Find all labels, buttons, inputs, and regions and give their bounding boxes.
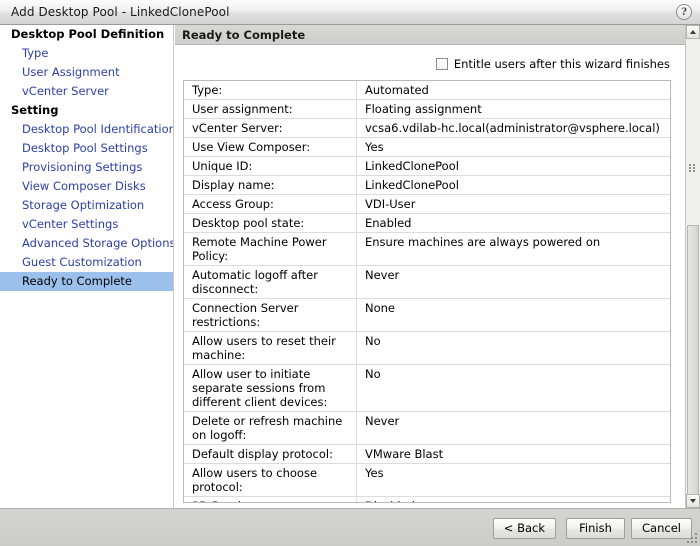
table-row: Automatic logoff after disconnect: Never	[184, 265, 670, 299]
table-row: 3D Renderer:Disabled	[184, 496, 670, 502]
sidebar-item-storage-optimization[interactable]: Storage Optimization	[0, 196, 173, 215]
sidebar-group-desktop-pool-definition: Desktop Pool Definition	[11, 27, 165, 41]
sidebar-item-user-assignment[interactable]: User Assignment	[0, 63, 173, 82]
summary-value-cell: LinkedClonePool	[356, 156, 670, 176]
summary-table-body: Type: Automated User assignment: Floating a…	[184, 81, 670, 502]
sidebar-item-ready-to-complete[interactable]: Ready to Complete	[0, 272, 173, 291]
summary-value-cell: None	[356, 298, 670, 332]
summary-key-cell: Allow users to reset their machine:	[184, 331, 357, 365]
summary-key-cell: vCenter Server:	[184, 118, 357, 138]
wizard-sidebar: Desktop Pool Definition Type User Assign…	[0, 25, 174, 508]
summary-key-cell: Connection Server restrictions:	[184, 298, 357, 332]
summary-table: Type: Automated User assignment: Floating a…	[184, 81, 670, 502]
sidebar-item-advanced-storage-options[interactable]: Advanced Storage Options	[0, 234, 173, 253]
finish-button[interactable]: Finish	[566, 518, 625, 539]
sidebar-item-vcenter-server[interactable]: vCenter Server	[0, 82, 173, 101]
table-row: Desktop pool state: Enabled	[184, 213, 670, 233]
summary-value-cell: LinkedClonePool	[356, 175, 670, 195]
summary-key-cell: User assignment:	[184, 99, 357, 119]
summary-key-cell: Allow users to choose protocol:	[184, 463, 357, 497]
sidebar-item-vcenter-settings[interactable]: vCenter Settings	[0, 215, 173, 234]
summary-key-cell: Remote Machine Power Policy:	[184, 232, 357, 266]
window-titlebar: Add Desktop Pool - LinkedClonePool ?	[0, 0, 700, 25]
summary-value-cell: Floating assignment	[356, 99, 670, 119]
summary-value-cell: Automated	[356, 81, 670, 100]
summary-value-cell: Never	[356, 265, 670, 299]
summary-key-cell: Unique ID:	[184, 156, 357, 176]
help-icon[interactable]: ?	[676, 4, 692, 20]
summary-value-cell: VMware Blast	[356, 444, 670, 464]
summary-table-container: Type: Automated User assignment: Floating a…	[183, 80, 671, 503]
entitle-users-checkbox[interactable]	[435, 58, 448, 70]
table-row: Unique ID: LinkedClonePool	[184, 156, 670, 176]
scroll-up-button[interactable]	[686, 25, 700, 39]
sidebar-item-guest-customization[interactable]: Guest Customization	[0, 253, 173, 272]
summary-value-cell: VDI-User	[356, 194, 670, 214]
summary-value-cell: Never	[356, 411, 670, 445]
page-title: Ready to Complete	[182, 28, 306, 42]
add-desktop-pool-dialog: Add Desktop Pool - LinkedClonePool ? Des…	[0, 0, 700, 546]
summary-value-cell: No	[356, 331, 670, 365]
summary-value-cell: vcsa6.vdilab-hc.local(administrator@vsph…	[356, 118, 670, 138]
scrollbar-thumb[interactable]	[687, 225, 699, 505]
sidebar-item-desktop-pool-identification[interactable]: Desktop Pool Identification	[0, 120, 173, 139]
table-row: Display name: LinkedClonePool	[184, 175, 670, 195]
entitle-users-row: Entitle users after this wizard finishes	[435, 57, 670, 71]
table-row: Access Group: VDI-User	[184, 194, 670, 214]
summary-key-cell: Desktop pool state:	[184, 213, 357, 233]
summary-value-cell: No	[356, 364, 670, 412]
summary-key-cell: Allow user to initiate separate sessions…	[184, 364, 357, 412]
chevron-down-icon	[690, 499, 696, 503]
summary-key-cell: Automatic logoff after disconnect:	[184, 265, 357, 299]
table-row: User assignment: Floating assignment	[184, 99, 670, 119]
summary-value-cell: Yes	[356, 463, 670, 497]
summary-value-cell: Yes	[356, 137, 670, 157]
table-row: Connection Server restrictions: None	[184, 298, 670, 332]
summary-value-cell: Disabled	[356, 496, 670, 502]
table-row: Allow user to initiate separate sessions…	[184, 364, 670, 412]
table-row: Allow users to reset their machine: No	[184, 331, 670, 365]
table-row: Delete or refresh machine on logoff: Neve…	[184, 411, 670, 445]
chevron-up-icon	[690, 30, 696, 34]
sidebar-item-provisioning-settings[interactable]: Provisioning Settings	[0, 158, 173, 177]
dialog-footer: < Back Finish Cancel	[0, 508, 700, 546]
sidebar-group-setting: Setting	[11, 103, 59, 117]
summary-key-cell: Default display protocol:	[184, 444, 357, 464]
summary-key-cell: Access Group:	[184, 194, 357, 214]
table-row: Default display protocol: VMware Blast	[184, 444, 670, 464]
summary-key-cell: Delete or refresh machine on logoff:	[184, 411, 357, 445]
cancel-button[interactable]: Cancel	[631, 518, 692, 539]
summary-key-cell: Type:	[184, 81, 357, 100]
split-pane-grip[interactable]	[689, 163, 697, 177]
table-row: Type: Automated	[184, 81, 670, 100]
table-row: Allow users to choose protocol: Yes	[184, 463, 670, 497]
summary-key-cell: Display name:	[184, 175, 357, 195]
entitle-users-label: Entitle users after this wizard finishes	[453, 57, 670, 71]
table-row: vCenter Server: vcsa6.vdilab-hc.local(adm…	[184, 118, 670, 138]
summary-key-cell: 3D Renderer:	[184, 496, 357, 502]
wizard-content-pane: Ready to Complete Entitle users after th…	[175, 25, 685, 508]
window-resize-grip[interactable]	[687, 533, 697, 543]
back-button[interactable]: < Back	[492, 518, 556, 539]
pane-header-bar: Ready to Complete	[175, 25, 685, 45]
scroll-down-button[interactable]	[686, 494, 700, 508]
table-row: Use View Composer: Yes	[184, 137, 670, 157]
summary-key-cell: Use View Composer:	[184, 137, 357, 157]
table-row: Remote Machine Power Policy: Ensure machi…	[184, 232, 670, 266]
window-title: Add Desktop Pool - LinkedClonePool	[11, 5, 230, 19]
sidebar-item-view-composer-disks[interactable]: View Composer Disks	[0, 177, 173, 196]
summary-value-cell: Enabled	[356, 213, 670, 233]
sidebar-item-desktop-pool-settings[interactable]: Desktop Pool Settings	[0, 139, 173, 158]
sidebar-item-type[interactable]: Type	[0, 44, 173, 63]
summary-value-cell: Ensure machines are always powered on	[356, 232, 670, 266]
vertical-scrollbar[interactable]	[685, 25, 700, 508]
dialog-body: Desktop Pool Definition Type User Assign…	[0, 25, 700, 508]
